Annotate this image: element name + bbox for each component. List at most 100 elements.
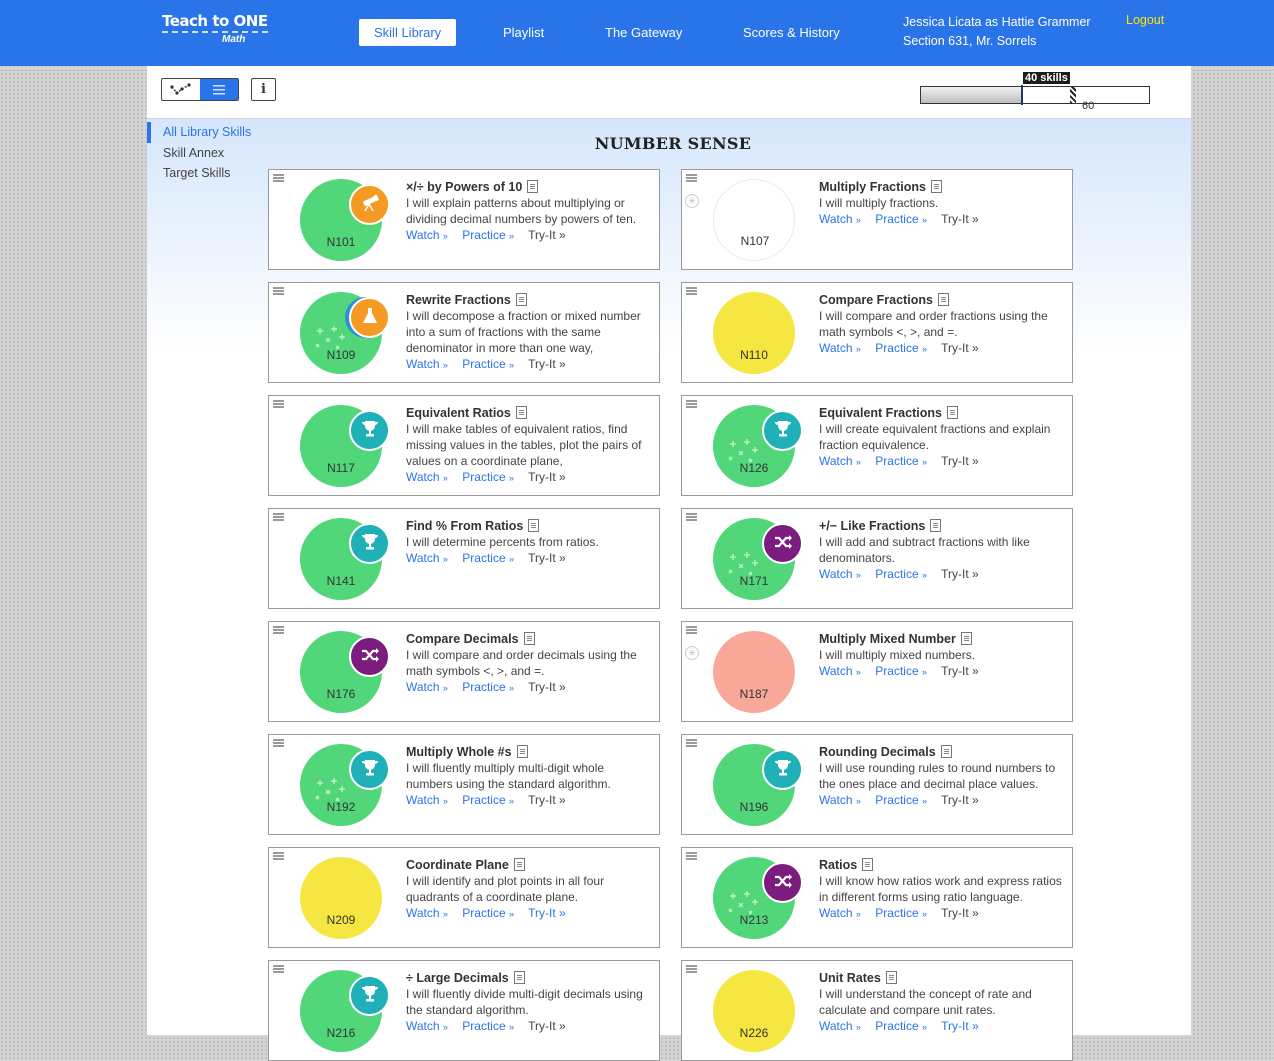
skill-card[interactable]: N176 Compare Decimals I will compare and…: [268, 621, 660, 722]
drag-handle-icon[interactable]: [686, 852, 697, 861]
nav-playlist[interactable]: Playlist: [503, 19, 544, 46]
practice-link[interactable]: Practice »: [462, 551, 514, 565]
drag-handle-icon[interactable]: [686, 739, 697, 748]
document-icon[interactable]: [513, 971, 525, 984]
document-icon[interactable]: [885, 971, 897, 984]
practice-link[interactable]: Practice »: [875, 664, 927, 678]
drag-handle-icon[interactable]: [273, 626, 284, 635]
skill-card[interactable]: N141 Find % From Ratios I will determine…: [268, 508, 660, 609]
nav-skill-library[interactable]: Skill Library: [359, 19, 457, 46]
try-it-link[interactable]: Try-It »: [528, 357, 566, 371]
practice-link[interactable]: Practice »: [875, 212, 927, 226]
skill-title[interactable]: Multiply Fractions: [819, 180, 926, 194]
document-icon[interactable]: [513, 858, 525, 871]
practice-link[interactable]: Practice »: [462, 793, 514, 807]
watch-link[interactable]: Watch »: [819, 454, 861, 468]
drag-handle-icon[interactable]: [686, 287, 697, 296]
skill-card[interactable]: N126 Equivalent Fractions I will create …: [681, 395, 1073, 496]
skill-title[interactable]: ÷ Large Decimals: [406, 971, 509, 985]
skill-card[interactable]: N109 Rewrite Fractions I will decompose …: [268, 282, 660, 383]
try-it-link[interactable]: Try-It »: [528, 551, 566, 565]
watch-link[interactable]: Watch »: [819, 212, 861, 226]
drag-handle-icon[interactable]: [273, 287, 284, 296]
skill-title[interactable]: Rounding Decimals: [819, 745, 936, 759]
info-button[interactable]: i: [251, 78, 276, 101]
try-it-link[interactable]: Try-It »: [941, 906, 979, 920]
skill-card[interactable]: N110 Compare Fractions I will compare an…: [681, 282, 1073, 383]
skill-title[interactable]: Multiply Mixed Number: [819, 632, 956, 646]
skill-title[interactable]: ×/÷ by Powers of 10: [406, 180, 522, 194]
try-it-link[interactable]: Try-It »: [941, 793, 979, 807]
watch-link[interactable]: Watch »: [406, 228, 448, 242]
drag-handle-icon[interactable]: [273, 400, 284, 409]
practice-link[interactable]: Practice »: [462, 906, 514, 920]
document-icon[interactable]: [528, 519, 540, 532]
skill-card[interactable]: N101 ×/÷ by Powers of 10 I will explain …: [268, 169, 660, 270]
practice-link[interactable]: Practice »: [462, 357, 514, 371]
skill-card[interactable]: N216 ÷ Large Decimals I will fluently di…: [268, 960, 660, 1061]
practice-link[interactable]: Practice »: [875, 906, 927, 920]
try-it-link[interactable]: Try-It »: [941, 341, 979, 355]
try-it-link[interactable]: Try-It »: [528, 1019, 566, 1033]
skill-card[interactable]: N117 Equivalent Ratios I will make table…: [268, 395, 660, 496]
skill-title[interactable]: Compare Fractions: [819, 293, 933, 307]
drag-handle-icon[interactable]: [686, 174, 697, 183]
skill-title[interactable]: Ratios: [819, 858, 857, 872]
map-view-button[interactable]: [162, 79, 200, 100]
document-icon[interactable]: [515, 406, 527, 419]
practice-link[interactable]: Practice »: [875, 341, 927, 355]
skill-title[interactable]: Coordinate Plane: [406, 858, 509, 872]
document-icon[interactable]: [523, 632, 535, 645]
try-it-link[interactable]: Try-It »: [941, 212, 979, 226]
skill-circle[interactable]: N187: [713, 631, 795, 713]
practice-link[interactable]: Practice »: [462, 228, 514, 242]
nav-scores-history[interactable]: Scores & History: [743, 19, 840, 46]
logout-link[interactable]: Logout: [1126, 13, 1164, 27]
skill-card[interactable]: N192 Multiply Whole #s I will fluently m…: [268, 734, 660, 835]
skill-card[interactable]: N213 Ratios I will know how ratios work …: [681, 847, 1073, 948]
watch-link[interactable]: Watch »: [406, 680, 448, 694]
nav-the-gateway[interactable]: The Gateway: [605, 19, 682, 46]
watch-link[interactable]: Watch »: [406, 1019, 448, 1033]
skill-card[interactable]: ✳ N107 Multiply Fractions I will multipl…: [681, 169, 1073, 270]
try-it-link[interactable]: Try-It »: [941, 567, 979, 581]
skill-title[interactable]: Rewrite Fractions: [406, 293, 511, 307]
skill-circle[interactable]: N209: [300, 857, 382, 939]
document-icon[interactable]: [930, 519, 942, 532]
document-icon[interactable]: [930, 180, 942, 193]
skill-title[interactable]: Equivalent Ratios: [406, 406, 511, 420]
watch-link[interactable]: Watch »: [819, 906, 861, 920]
watch-link[interactable]: Watch »: [406, 357, 448, 371]
drag-handle-icon[interactable]: [686, 626, 697, 635]
skill-title[interactable]: +/− Like Fractions: [819, 519, 925, 533]
drag-handle-icon[interactable]: [273, 513, 284, 522]
skill-card[interactable]: N171 +/− Like Fractions I will add and s…: [681, 508, 1073, 609]
watch-link[interactable]: Watch »: [819, 664, 861, 678]
drag-handle-icon[interactable]: [273, 852, 284, 861]
skill-title[interactable]: Unit Rates: [819, 971, 881, 985]
document-icon[interactable]: [937, 293, 949, 306]
skill-title[interactable]: Equivalent Fractions: [819, 406, 942, 420]
try-it-link[interactable]: Try-It »: [941, 1019, 979, 1033]
skill-title[interactable]: Multiply Whole #s: [406, 745, 512, 759]
try-it-link[interactable]: Try-It »: [528, 906, 566, 920]
practice-link[interactable]: Practice »: [462, 680, 514, 694]
watch-link[interactable]: Watch »: [819, 341, 861, 355]
teach-to-one-logo[interactable]: Teach to ONE Math: [162, 12, 268, 45]
watch-link[interactable]: Watch »: [406, 793, 448, 807]
try-it-link[interactable]: Try-It »: [528, 793, 566, 807]
drag-handle-icon[interactable]: [686, 513, 697, 522]
practice-link[interactable]: Practice »: [462, 470, 514, 484]
document-icon[interactable]: [516, 745, 528, 758]
watch-link[interactable]: Watch »: [819, 567, 861, 581]
try-it-link[interactable]: Try-It »: [528, 680, 566, 694]
skill-circle[interactable]: N110: [713, 292, 795, 374]
try-it-link[interactable]: Try-It »: [528, 470, 566, 484]
practice-link[interactable]: Practice »: [875, 567, 927, 581]
skill-circle[interactable]: N107: [713, 179, 795, 261]
practice-link[interactable]: Practice »: [462, 1019, 514, 1033]
try-it-link[interactable]: Try-It »: [941, 454, 979, 468]
document-icon[interactable]: [862, 858, 874, 871]
try-it-link[interactable]: Try-It »: [528, 228, 566, 242]
watch-link[interactable]: Watch »: [819, 1019, 861, 1033]
